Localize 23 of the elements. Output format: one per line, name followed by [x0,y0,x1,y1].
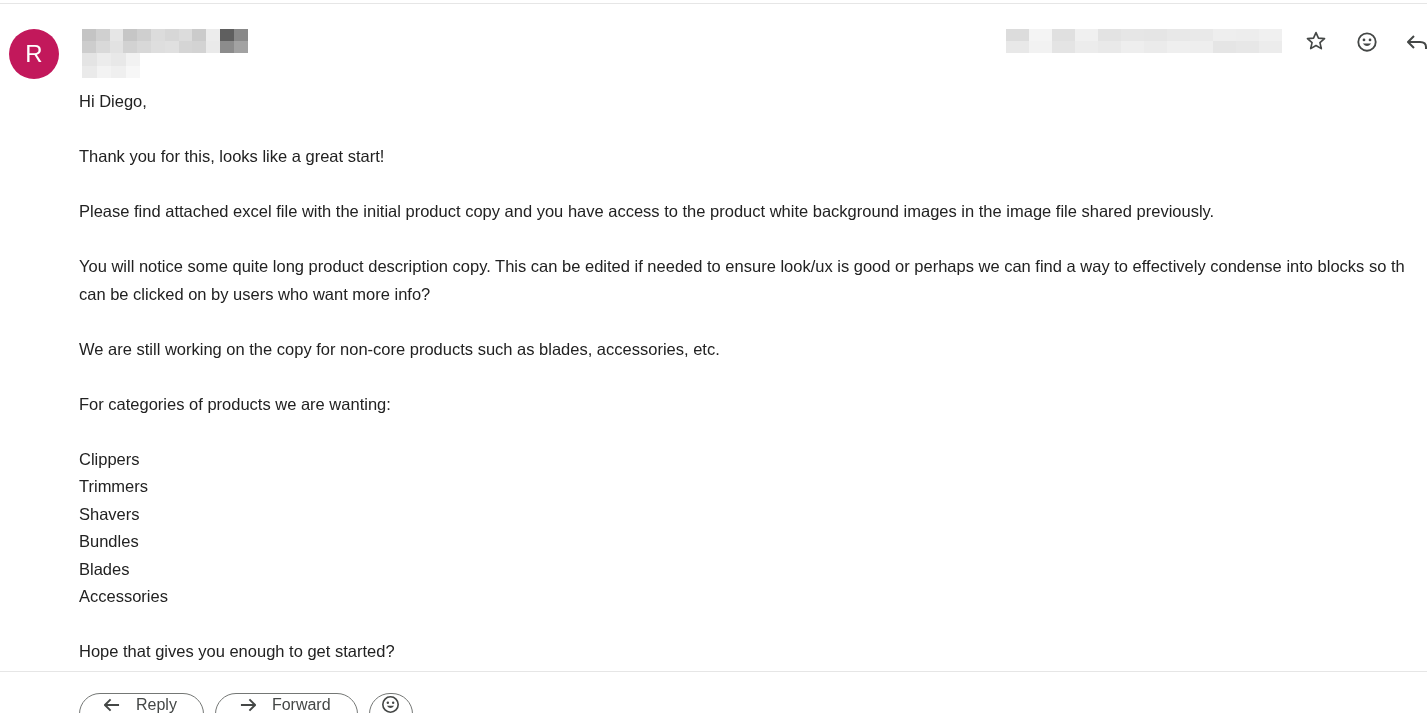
emoji-icon[interactable] [1356,31,1378,53]
reply-icon[interactable] [1407,32,1427,52]
category-item: Clippers [79,448,140,470]
right-arrow-icon [239,697,256,712]
category-item: Bundles [79,531,139,552]
message-paragraph: Hi Diego, [79,91,147,112]
message-paragraph: Thank you for this, looks like a great start! [79,146,385,167]
message-paragraph: Please find attached excel file with the initial product copy and you have access to the product white background images in the image file shared previously. [79,201,1215,222]
redacted-sender-detail [82,53,140,78]
message-paragraph: We are still working on the copy for non-core products such as blades, accessories, etc. [79,338,720,360]
left-arrow-icon [104,697,120,712]
message-paragraph: For categories of products we are wanting: [79,393,391,415]
message-paragraph: Hope that gives you enough to get started? [79,641,395,662]
category-item: Trimmers [79,476,149,497]
message-paragraph: You will notice some quite long product description copy. This can be edited if needed to ensure look/ux is good or perhaps we can find a way to effectively condense into blocks so th can be clicked on by users who want more info? [79,256,1405,305]
category-item: Accessories [79,586,168,607]
category-item: Shavers [79,503,140,525]
avatar: R [9,29,59,79]
category-item: Blades [79,558,130,580]
star-icon[interactable] [1305,30,1327,52]
emoji-icon [382,695,400,713]
reply-button[interactable]: Reply [79,692,204,713]
forward-button[interactable]: Forward [214,692,358,713]
